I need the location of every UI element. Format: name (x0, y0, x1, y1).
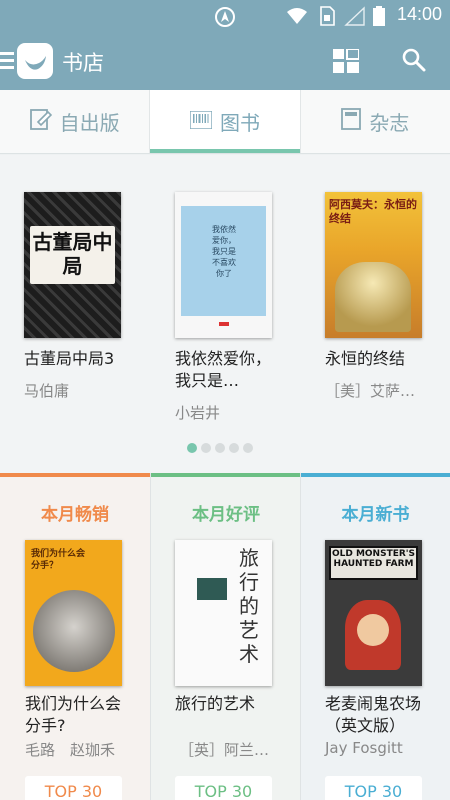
section-accent-bar (0, 473, 150, 477)
tab-books[interactable]: 图书 (150, 90, 301, 153)
page-dot[interactable] (201, 443, 211, 453)
section-accent-bar (301, 473, 450, 477)
book-author: 小岩井 (175, 404, 221, 422)
book-cover[interactable]: 阿西莫夫：永恒的终结 (325, 192, 422, 338)
section-new-books: 本月新书 OLD MONSTER'S HAUNTED FARM 老麦闹鬼农场（英… (301, 473, 450, 800)
book-author: ［美］艾萨… (325, 382, 416, 400)
navigation-icon (214, 6, 236, 32)
menu-icon[interactable] (0, 52, 14, 70)
book-cover[interactable]: 我们为什么会分手？ (25, 540, 122, 686)
book-cover[interactable]: 我依然爱你，我只是不喜欢你了 (175, 192, 272, 338)
book-card[interactable]: 我依然爱你，我只是不喜欢你了 我依然爱你，我只是… 小岩井 (175, 192, 305, 423)
book-cover[interactable]: 旅行的艺术 (175, 540, 272, 686)
featured-carousel[interactable]: 古董局中局 古董局中局3 马伯庸 我依然爱你，我只是不喜欢你了 我依然爱你，我只… (0, 155, 450, 473)
tab-magazines[interactable]: 杂志 (301, 90, 450, 153)
page-dot[interactable] (229, 443, 239, 453)
tab-self-publish[interactable]: 自出版 (0, 90, 151, 153)
section-heading[interactable]: 本月畅销 (0, 500, 150, 525)
book-author: 马伯庸 (24, 382, 70, 400)
self-publish-icon (29, 108, 52, 135)
book-title: 永恒的终结 (325, 349, 406, 368)
magazine-icon (341, 108, 362, 135)
cover-title: 我们为什么会分手？ (31, 549, 86, 571)
book-title: 旅行的艺术 (175, 694, 256, 713)
book-cover[interactable]: 古董局中局 (24, 192, 121, 338)
top30-button[interactable]: TOP 30 (325, 776, 422, 800)
book-card[interactable]: 阿西莫夫：永恒的终结 永恒的终结 ［美］艾萨… (325, 192, 450, 401)
cover-title: 旅行的艺术 (239, 546, 259, 666)
search-icon[interactable] (402, 48, 426, 76)
cover-title: 古董局中局 (32, 230, 113, 278)
status-bar: 14:00 (0, 0, 450, 32)
book-title: 老麦闹鬼农场（英文版） (325, 694, 422, 735)
book-author: Jay Fosgitt (325, 739, 403, 757)
category-tabs: 自出版 图书 杂志 (0, 90, 450, 154)
section-bestseller: 本月畅销 我们为什么会分手？ 我们为什么会分手? 毛路 赵珈禾 TOP 30 (0, 473, 150, 800)
signal-icon (344, 6, 366, 30)
cover-title: 阿西莫夫：永恒的终结 (329, 198, 417, 225)
book-author: 毛路 赵珈禾 (25, 741, 116, 759)
section-heading[interactable]: 本月新书 (301, 500, 450, 525)
clock: 14:00 (396, 4, 442, 24)
tab-self-publish-label: 自出版 (59, 111, 120, 135)
book-cover[interactable]: OLD MONSTER'S HAUNTED FARM (325, 540, 422, 686)
app-logo-icon[interactable] (17, 43, 53, 79)
app-bar: 书店 (0, 32, 450, 90)
page-dot[interactable] (187, 443, 197, 453)
book-title: 我们为什么会分手? (25, 694, 122, 735)
page-dot[interactable] (215, 443, 225, 453)
cover-title: 我依然爱你，我只是不喜欢你了 (212, 225, 236, 278)
sim-card-icon (319, 6, 335, 30)
section-accent-bar (151, 473, 301, 477)
tab-magazines-label: 杂志 (369, 111, 410, 135)
category-grid-icon[interactable] (333, 48, 360, 77)
barcode-icon (189, 109, 213, 134)
book-author: ［英］阿兰… (179, 741, 270, 759)
book-title: 古董局中局3 (24, 349, 115, 368)
top30-button[interactable]: TOP 30 (175, 776, 272, 800)
section-top-rated: 本月好评 旅行的艺术 旅行的艺术 ［英］阿兰… TOP 30 (151, 473, 301, 800)
battery-icon (373, 6, 385, 30)
cover-title: OLD MONSTER'S HAUNTED FARM (331, 549, 416, 569)
top30-button[interactable]: TOP 30 (25, 776, 122, 800)
book-card[interactable]: 古董局中局 古董局中局3 马伯庸 (24, 192, 154, 401)
wifi-icon (285, 6, 309, 30)
page-title: 书店 (62, 51, 104, 75)
section-heading[interactable]: 本月好评 (151, 500, 301, 525)
page-dot[interactable] (243, 443, 253, 453)
tab-books-label: 图书 (219, 111, 260, 135)
carousel-pagination (187, 443, 253, 453)
book-title: 我依然爱你，我只是… (175, 349, 272, 390)
